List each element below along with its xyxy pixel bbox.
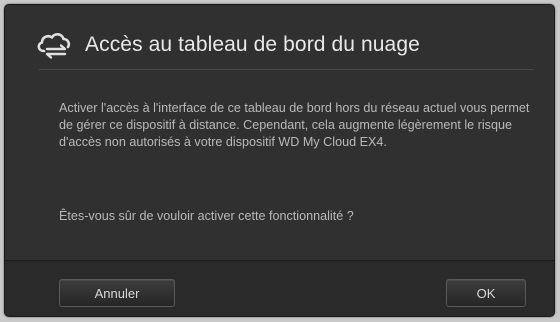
cancel-button[interactable]: Annuler — [59, 279, 175, 307]
cloud-sync-icon — [35, 30, 73, 60]
cloud-access-dialog: Accès au tableau de bord du nuage Active… — [4, 4, 555, 317]
dialog-title: Accès au tableau de bord du nuage — [85, 33, 420, 56]
dialog-message: Activer l'accès à l'interface de ce tabl… — [59, 101, 530, 149]
header-divider — [39, 69, 533, 70]
dialog-footer: Annuler OK — [5, 260, 554, 316]
confirmation-question: Êtes-vous sûr de vouloir activer cette f… — [59, 209, 354, 223]
dialog-header: Accès au tableau de bord du nuage — [35, 25, 420, 65]
ok-button[interactable]: OK — [446, 279, 526, 307]
